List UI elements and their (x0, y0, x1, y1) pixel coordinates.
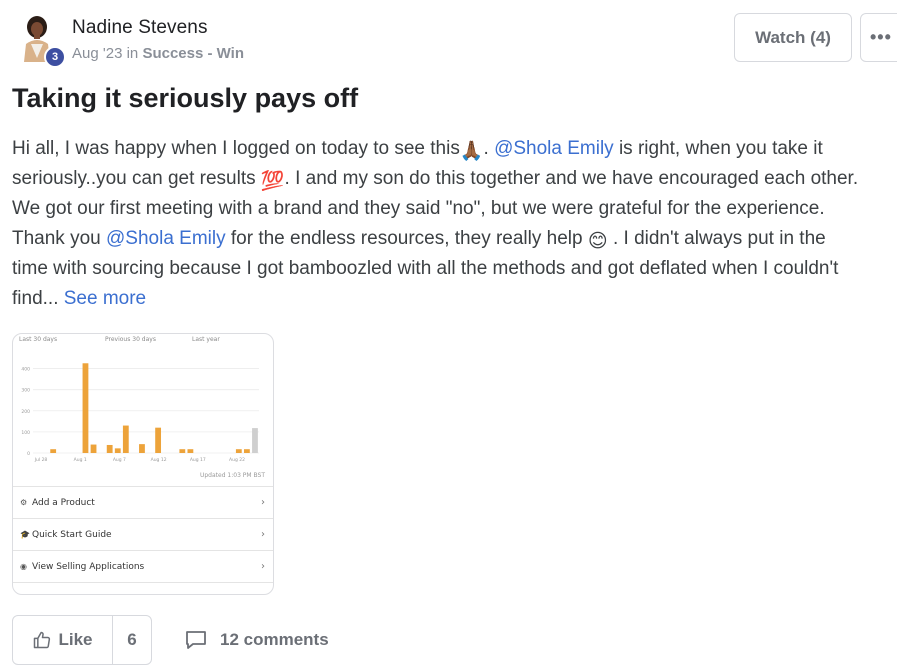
smiling-face-emoji: 😊 (587, 231, 608, 252)
body-text: . I and my son do this together and we h… (284, 168, 859, 189)
body-text: for the endless resources, they really h… (225, 228, 588, 249)
chart-bar (114, 448, 121, 453)
x-tick-label: Aug 22 (229, 457, 245, 463)
mention-link[interactable]: @Shola Emily (494, 138, 614, 159)
sales-bar-chart: 400 300 200 100 0 Jul 28 Aug 1 Aug 7 Aug 12 Aug 1… (21, 363, 259, 463)
y-tick-label: 400 (21, 367, 30, 373)
y-tick-label: 300 (21, 388, 30, 394)
eye-icon: ◉ (20, 562, 27, 571)
post-title: Taking it seriously pays off (12, 83, 359, 113)
body-line-1: Hi all, I was happy when I logged on tod… (12, 134, 897, 164)
chart-bar (106, 444, 113, 453)
comments-button[interactable]: 12 comments (184, 627, 329, 653)
tag-icon: ⚙ (20, 498, 28, 507)
hundred-points-emoji: 💯 (260, 171, 285, 192)
body-text: Thank you (12, 228, 106, 249)
chart-bar (243, 449, 250, 453)
body-text: . (483, 138, 495, 159)
chart-bar (90, 444, 97, 453)
y-tick-label: 0 (27, 451, 30, 457)
body-line-5: time with sourcing because I got bambooz… (12, 258, 839, 279)
x-tick-label: Aug 17 (190, 457, 206, 463)
post-category[interactable]: Success - Win (142, 45, 244, 62)
graduation-cap-icon: 🎓 (20, 530, 30, 539)
chevron-right-icon: › (261, 529, 265, 540)
updated-timestamp: Updated 1:03 PM BST (199, 472, 265, 479)
menu-add-product: ⚙ Add a Product › (13, 487, 273, 518)
chart-bar (252, 428, 258, 453)
chart-bar (82, 363, 89, 453)
chevron-right-icon: › (261, 497, 265, 508)
chevron-right-icon: › (261, 561, 265, 572)
body-text: seriously..you can get results (12, 168, 261, 189)
like-group: Like 6 (12, 615, 152, 665)
post-meta: Aug '23 in Success - Win (72, 45, 244, 62)
post-date[interactable]: Aug '23 (72, 45, 122, 62)
chart-bar (139, 444, 145, 453)
body-text: find... (12, 288, 64, 309)
thumbs-up-icon (34, 631, 51, 649)
body-text: is right, when you take it (613, 138, 823, 159)
menu-label: Quick Start Guide (32, 529, 112, 540)
chart-bar (235, 449, 242, 453)
author-name[interactable]: Nadine Stevens (72, 17, 208, 39)
y-tick-label: 200 (21, 409, 30, 415)
level-badge: 3 (44, 46, 66, 68)
menu-quick-start-guide: 🎓 Quick Start Guide › (13, 519, 273, 550)
chart-bar (187, 449, 194, 453)
like-count[interactable]: 6 (113, 616, 151, 664)
comment-bubble-icon (186, 631, 206, 649)
praying-hands-emoji: 🙏🏾 (459, 141, 484, 162)
body-line-2: seriously..you can get results 💯. I and … (12, 164, 897, 194)
body-line-4: Thank you @Shola Emily for the endless r… (12, 224, 897, 254)
chart-bar (179, 449, 186, 453)
body-line-6: find... See more (12, 284, 897, 314)
y-tick-label: 100 (21, 430, 30, 436)
body-text: . I didn't always put in the (607, 228, 826, 249)
chart-bar (122, 425, 129, 453)
menu-label: Add a Product (32, 497, 95, 508)
chart-bar (50, 449, 57, 453)
divider (13, 582, 273, 583)
in-word: in (126, 45, 139, 62)
x-tick-label: Jul 28 (34, 457, 48, 463)
post-header: 3 Nadine Stevens Aug '23 in Success - Wi… (0, 0, 897, 80)
body-line-3: We got our first meeting with a brand an… (12, 198, 825, 219)
x-tick-label: Aug 12 (151, 457, 167, 463)
menu-view-selling-applications: ◉ View Selling Applications › (13, 551, 273, 582)
chart-bar (155, 427, 162, 453)
body-text: Hi all, I was happy when I logged on tod… (12, 138, 460, 159)
post-body: Hi all, I was happy when I logged on tod… (12, 134, 897, 314)
more-options-button[interactable]: ••• (860, 13, 897, 62)
tab-last-year: Last year (192, 336, 220, 343)
mention-link[interactable]: @Shola Emily (106, 228, 226, 249)
like-label: Like (58, 630, 93, 649)
like-button[interactable]: Like (13, 616, 113, 664)
x-tick-label: Aug 7 (113, 457, 126, 463)
x-tick-label: Aug 1 (74, 457, 87, 463)
tab-last-30-days: Last 30 days (19, 336, 58, 343)
tab-previous-30-days: Previous 30 days (105, 336, 156, 343)
attachment-image[interactable]: Last 30 days Previous 30 days Last year … (12, 333, 274, 595)
watch-button[interactable]: Watch (4) (734, 13, 852, 62)
see-more-link[interactable]: See more (64, 288, 146, 309)
menu-label: View Selling Applications (32, 561, 145, 572)
comments-label: 12 comments (220, 630, 329, 649)
